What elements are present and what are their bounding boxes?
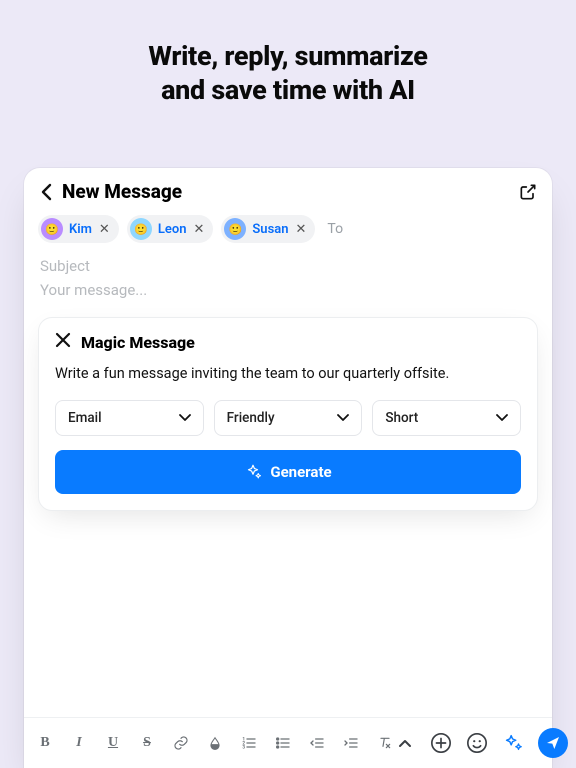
strikethrough-button[interactable]: S bbox=[138, 734, 156, 752]
select-length[interactable]: Short bbox=[372, 400, 521, 436]
message-body-input[interactable]: Your message... bbox=[24, 279, 552, 303]
close-icon[interactable] bbox=[55, 332, 71, 352]
chevron-down-icon bbox=[179, 414, 191, 422]
clear-format-button[interactable] bbox=[376, 734, 394, 752]
to-label: To bbox=[323, 221, 343, 237]
avatar: 🙂 bbox=[224, 218, 246, 240]
window-title: New Message bbox=[62, 180, 510, 203]
subject-input[interactable]: Subject bbox=[24, 251, 552, 279]
compose-window: New Message 🙂 Kim ✕ 🙂 Leon ✕ 🙂 Susan ✕ T… bbox=[24, 168, 552, 768]
chevron-down-icon bbox=[496, 414, 508, 422]
recipient-name: Leon bbox=[158, 222, 187, 237]
sparkle-icon bbox=[244, 463, 262, 481]
hero-line-2: and save time with AI bbox=[30, 74, 546, 108]
chevron-down-icon bbox=[337, 414, 349, 422]
emoji-icon[interactable] bbox=[466, 732, 488, 754]
collapse-up-icon[interactable] bbox=[394, 732, 416, 754]
magic-selects-row: Email Friendly Short bbox=[55, 400, 521, 436]
ordered-list-button[interactable]: 123 bbox=[240, 734, 258, 752]
format-toolbar: B I U S 123 bbox=[24, 717, 552, 768]
recipient-chip[interactable]: 🙂 Susan ✕ bbox=[221, 215, 315, 243]
avatar: 🙂 bbox=[41, 218, 63, 240]
magic-message-card: Magic Message Write a fun message inviti… bbox=[38, 317, 538, 511]
select-type[interactable]: Email bbox=[55, 400, 204, 436]
select-tone[interactable]: Friendly bbox=[214, 400, 363, 436]
recipient-chip[interactable]: 🙂 Leon ✕ bbox=[127, 215, 214, 243]
select-type-value: Email bbox=[68, 410, 102, 426]
indent-button[interactable] bbox=[342, 734, 360, 752]
magic-prompt-text[interactable]: Write a fun message inviting the team to… bbox=[55, 364, 521, 384]
link-button[interactable] bbox=[172, 734, 190, 752]
italic-button[interactable]: I bbox=[70, 734, 88, 752]
remove-recipient-icon[interactable]: ✕ bbox=[98, 222, 111, 237]
add-plus-icon[interactable] bbox=[430, 732, 452, 754]
generate-button[interactable]: Generate bbox=[55, 450, 521, 494]
hero-headline: Write, reply, summarize and save time wi… bbox=[0, 0, 576, 138]
avatar: 🙂 bbox=[130, 218, 152, 240]
send-button[interactable] bbox=[538, 728, 568, 758]
bullet-list-button[interactable] bbox=[274, 734, 292, 752]
underline-button[interactable]: U bbox=[104, 734, 122, 752]
recipients-row: 🙂 Kim ✕ 🙂 Leon ✕ 🙂 Susan ✕ To bbox=[24, 209, 552, 251]
recipient-name: Susan bbox=[252, 222, 288, 237]
window-header: New Message bbox=[24, 168, 552, 209]
ink-drop-icon[interactable] bbox=[206, 734, 224, 752]
recipient-name: Kim bbox=[69, 222, 92, 237]
select-length-value: Short bbox=[385, 410, 418, 426]
send-icon bbox=[545, 735, 561, 751]
generate-label: Generate bbox=[270, 463, 331, 481]
open-external-icon[interactable] bbox=[518, 182, 538, 202]
back-chevron-icon[interactable] bbox=[38, 182, 54, 202]
magic-title: Magic Message bbox=[81, 333, 195, 352]
bold-button[interactable]: B bbox=[36, 734, 54, 752]
recipient-chip[interactable]: 🙂 Kim ✕ bbox=[38, 215, 119, 243]
magic-sparkle-icon[interactable] bbox=[502, 732, 524, 754]
hero-line-1: Write, reply, summarize bbox=[30, 40, 546, 74]
select-tone-value: Friendly bbox=[227, 410, 275, 426]
svg-text:3: 3 bbox=[242, 744, 245, 750]
remove-recipient-icon[interactable]: ✕ bbox=[192, 222, 205, 237]
remove-recipient-icon[interactable]: ✕ bbox=[295, 222, 308, 237]
outdent-button[interactable] bbox=[308, 734, 326, 752]
